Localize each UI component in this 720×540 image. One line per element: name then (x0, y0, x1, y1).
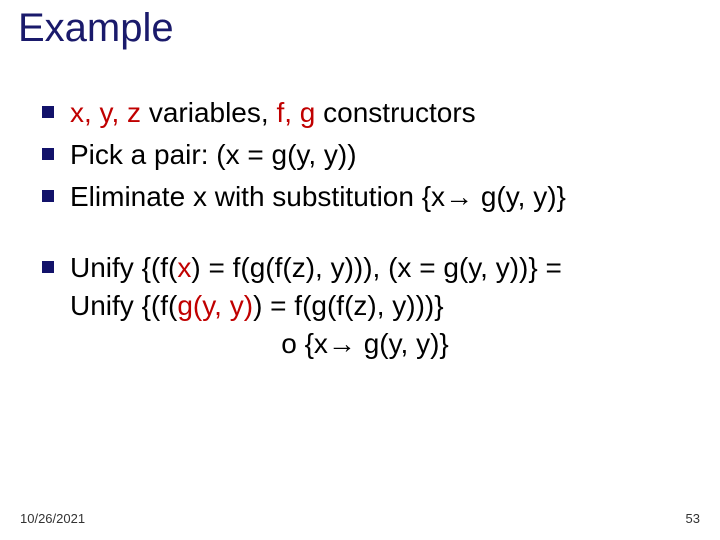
fg-red: f, g (276, 97, 315, 128)
unify-line-2: Unify {(f(g(y, y)) = f(g(f(z), y)))} (70, 287, 690, 325)
slide-title: Example (18, 6, 174, 51)
bullet-item-2: Pick a pair: (x = g(y, y)) (42, 136, 690, 174)
bullet-icon (42, 106, 54, 118)
vars-red: x, y, z (70, 97, 141, 128)
arrow-icon: → (328, 328, 356, 359)
bullet-item-4: Unify {(f(x) = f(g(f(z), y))), (x = g(y,… (42, 249, 690, 362)
bullet-text-3: Eliminate x with substitution {x→ g(y, y… (70, 178, 690, 216)
t1b: constructors (315, 97, 475, 128)
slide-body: x, y, z variables, f, g constructors Pic… (42, 94, 690, 367)
footer-date: 10/26/2021 (20, 511, 85, 526)
unify-line-1: Unify {(f(x) = f(g(f(z), y))), (x = g(y,… (70, 249, 690, 287)
t3b: g(y, y)} (473, 181, 566, 212)
t4f: g(y, y)} (356, 328, 449, 359)
t4d: ) = f(g(f(z), y)))} (253, 290, 444, 321)
bullet-text-4: Unify {(f(x) = f(g(f(z), y))), (x = g(y,… (70, 249, 690, 362)
bullet-item-3: Eliminate x with substitution {x→ g(y, y… (42, 178, 690, 216)
bullet-icon (42, 261, 54, 273)
slide: Example x, y, z variables, f, g construc… (0, 0, 720, 540)
spacer (42, 219, 690, 249)
slide-footer: 10/26/2021 53 (20, 511, 700, 526)
arrow-icon: → (445, 181, 473, 212)
unify-line-3: o {x→ g(y, y)} (40, 325, 690, 363)
bullet-icon (42, 148, 54, 160)
t3a: Eliminate x with substitution {x (70, 181, 445, 212)
bullet-text-2: Pick a pair: (x = g(y, y)) (70, 136, 690, 174)
bullet-text-1: x, y, z variables, f, g constructors (70, 94, 690, 132)
bullet-icon (42, 190, 54, 202)
footer-page: 53 (686, 511, 700, 526)
x-red: x (177, 252, 191, 283)
t1a: variables, (141, 97, 276, 128)
t4e: o {x (281, 328, 328, 359)
t4c: Unify {(f( (70, 290, 177, 321)
gyy-red: g(y, y) (177, 290, 253, 321)
t4b: ) = f(g(f(z), y))), (x = g(y, y))} = (191, 252, 562, 283)
t4a: Unify {(f( (70, 252, 177, 283)
bullet-item-1: x, y, z variables, f, g constructors (42, 94, 690, 132)
